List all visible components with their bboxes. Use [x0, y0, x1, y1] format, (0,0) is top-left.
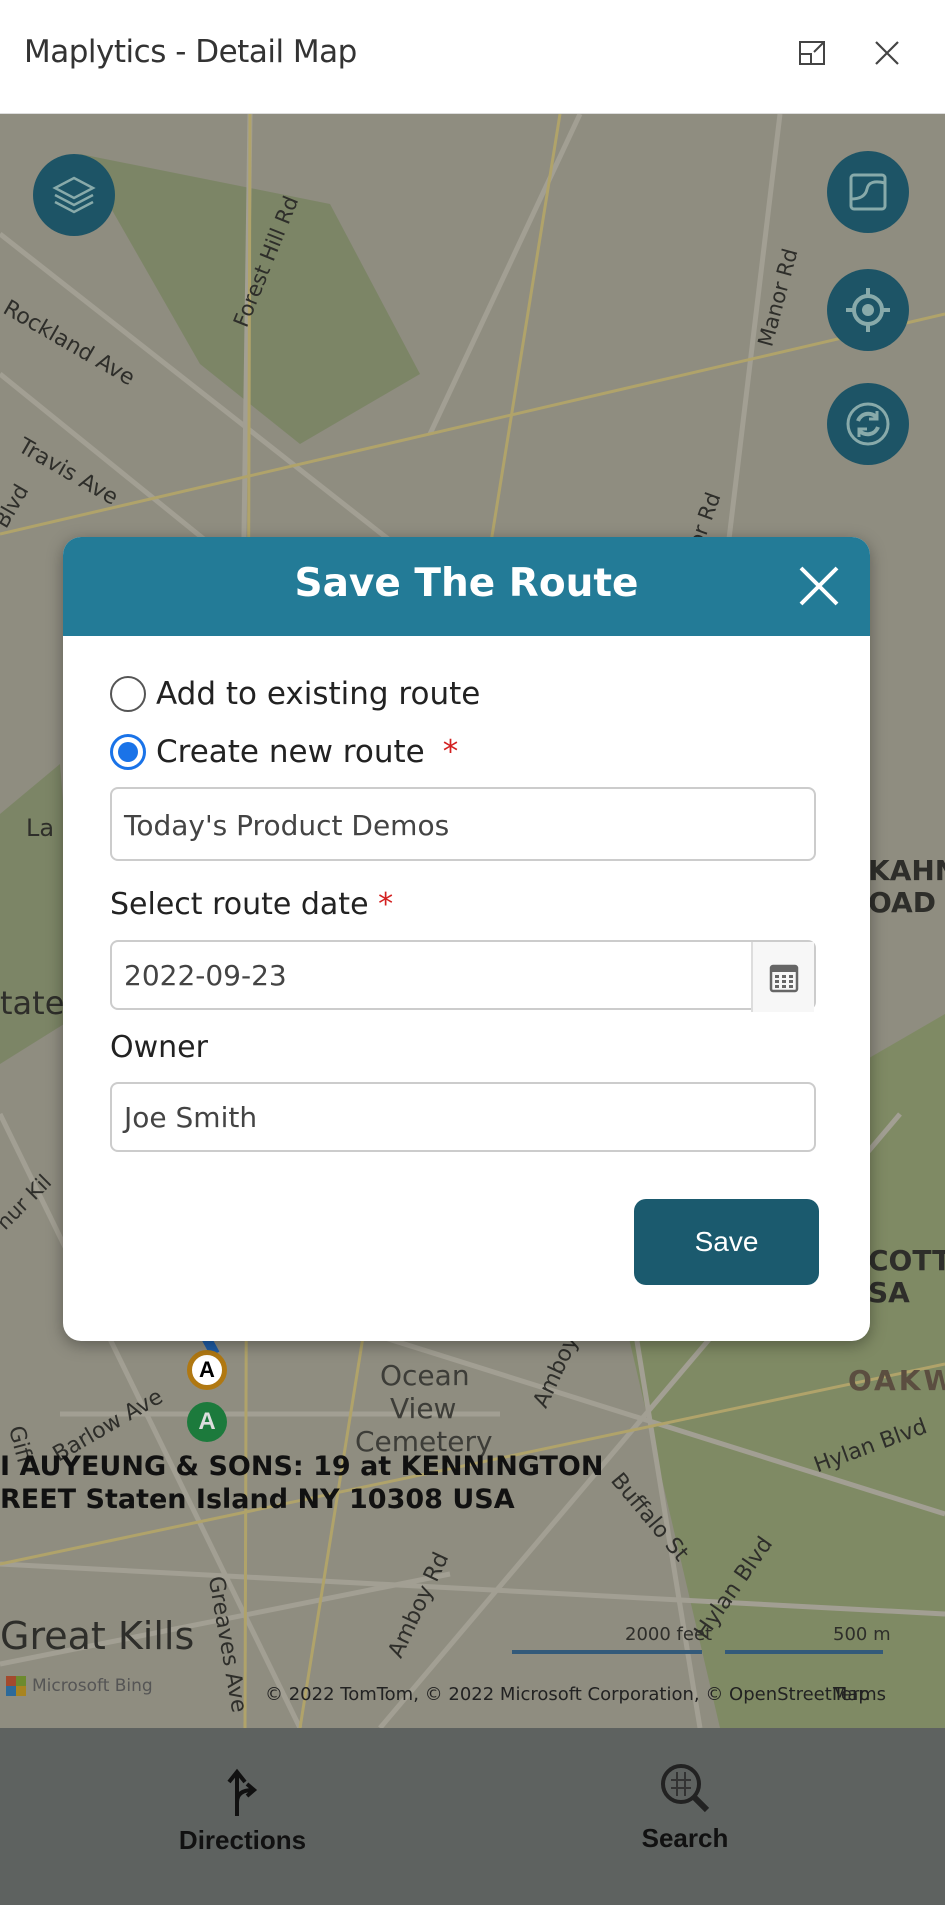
date-label: Select route date *: [110, 887, 393, 922]
refresh-icon: [846, 402, 890, 446]
map-style-button[interactable]: [827, 151, 909, 233]
dialog-header: Save The Route: [63, 537, 870, 636]
refresh-button[interactable]: [827, 383, 909, 465]
radio-button-selected[interactable]: [110, 734, 146, 770]
dialog-close-icon[interactable]: [798, 565, 840, 607]
calendar-icon: [769, 964, 798, 993]
route-marker-a[interactable]: A: [187, 1402, 227, 1442]
search-label: Search: [641, 1823, 729, 1853]
radio-label: Add to existing route: [156, 676, 481, 712]
scale-feet: 2000 feet: [625, 1624, 713, 1645]
map-label: SA: [868, 1276, 910, 1309]
directions-icon: [226, 1768, 257, 1816]
popout-icon[interactable]: [796, 36, 830, 70]
marker-label: A: [198, 1408, 216, 1435]
locate-icon: [846, 288, 890, 332]
directions-label: Directions: [178, 1825, 307, 1855]
map-label: OAD S: [868, 886, 945, 919]
owner-label: Owner: [110, 1030, 208, 1065]
owner-input[interactable]: Joe Smith: [110, 1082, 816, 1152]
scale-bar-meters: [725, 1650, 883, 1654]
route-pin-a[interactable]: A: [187, 1350, 227, 1390]
bottom-nav: Directions Search: [0, 1728, 945, 1905]
map-label: OAKW: [848, 1364, 945, 1397]
window-header: Maplytics - Detail Map: [0, 0, 945, 114]
date-value: 2022-09-23: [124, 959, 287, 992]
map-label: COTT: [868, 1244, 945, 1277]
locate-button[interactable]: [827, 269, 909, 351]
route-date-input[interactable]: 2022-09-23: [110, 940, 816, 1012]
microsoft-logo-icon: [6, 1676, 26, 1696]
search-icon: [661, 1764, 710, 1813]
map-style-icon: [849, 173, 887, 211]
owner-value: Joe Smith: [124, 1101, 258, 1134]
route-name-value: Today's Product Demos: [124, 809, 450, 842]
pin-label: A: [199, 1357, 215, 1382]
search-button[interactable]: Search: [610, 1760, 760, 1854]
map-label: La: [26, 814, 55, 842]
map-label: Great Kills: [0, 1614, 195, 1658]
required-asterisk: *: [378, 887, 394, 922]
map-copyright: © 2022 TomTom, © 2022 Microsoft Corporat…: [265, 1684, 870, 1705]
radio-label: Create new route: [156, 734, 425, 770]
map-label: KAHN: [868, 854, 945, 887]
directions-button[interactable]: Directions: [160, 1768, 325, 1856]
route-name-input[interactable]: Today's Product Demos: [110, 787, 816, 861]
save-button[interactable]: Save: [634, 1199, 819, 1285]
radio-create-new[interactable]: Create new route *: [110, 734, 458, 770]
map-label: Ocean: [380, 1359, 470, 1392]
close-icon[interactable]: [870, 36, 904, 70]
map-label: View: [390, 1392, 457, 1425]
scale-bar-feet: [512, 1650, 702, 1654]
radio-button[interactable]: [110, 676, 146, 712]
map-label: tate: [0, 984, 65, 1022]
bing-logo: Microsoft Bing: [32, 1676, 153, 1696]
app-title: Maplytics - Detail Map: [24, 34, 357, 70]
dialog-title: Save The Route: [294, 561, 639, 606]
calendar-button[interactable]: [751, 942, 814, 1012]
location-line-1: I AUYEUNG & SONS: 19 at KENNINGTON: [0, 1451, 604, 1482]
radio-add-existing[interactable]: Add to existing route: [110, 676, 480, 712]
required-asterisk: *: [442, 734, 459, 770]
location-line-2: REET Staten Island NY 10308 USA: [0, 1484, 515, 1515]
location-label: I AUYEUNG & SONS: 19 at KENNINGTON REET …: [0, 1450, 603, 1516]
date-label-text: Select route date: [110, 887, 369, 922]
layers-button[interactable]: [33, 154, 115, 236]
terms-link[interactable]: Terms: [833, 1684, 886, 1705]
save-route-dialog: Save The Route Add to existing route Cre…: [63, 537, 870, 1341]
scale-meters: 500 m: [833, 1624, 891, 1645]
layers-icon: [52, 176, 96, 214]
